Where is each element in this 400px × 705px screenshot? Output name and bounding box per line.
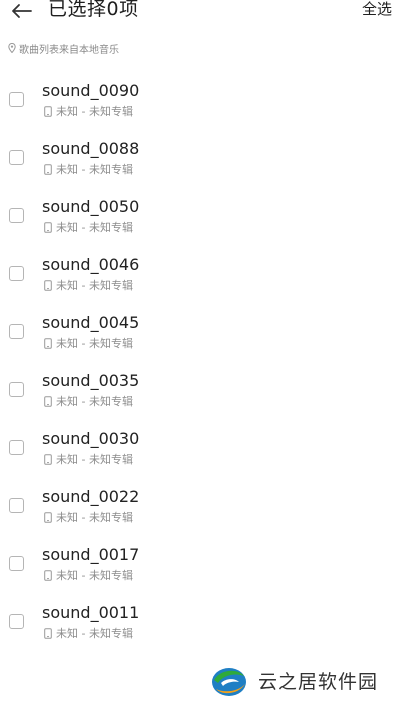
- song-meta-text: 未知 - 未知专辑: [56, 105, 133, 118]
- song-meta: 未知 - 未知专辑: [44, 278, 133, 292]
- song-row[interactable]: sound_0017 未知 - 未知专辑: [0, 534, 400, 592]
- song-row[interactable]: sound_0050 未知 - 未知专辑: [0, 186, 400, 244]
- song-meta-text: 未知 - 未知专辑: [56, 337, 133, 350]
- song-meta-text: 未知 - 未知专辑: [56, 279, 133, 292]
- select-all-button[interactable]: 全选: [362, 0, 392, 19]
- song-meta: 未知 - 未知专辑: [44, 336, 133, 350]
- source-note: 歌曲列表来自本地音乐: [8, 40, 119, 56]
- song-row[interactable]: sound_0030 未知 - 未知专辑: [0, 418, 400, 476]
- phone-icon: [44, 453, 52, 465]
- song-row[interactable]: sound_0088 未知 - 未知专辑: [0, 128, 400, 186]
- song-meta: 未知 - 未知专辑: [44, 626, 133, 640]
- phone-icon: [44, 395, 52, 407]
- song-meta: 未知 - 未知专辑: [44, 104, 133, 118]
- song-checkbox[interactable]: [9, 208, 24, 223]
- phone-icon: [44, 221, 52, 233]
- song-checkbox[interactable]: [9, 556, 24, 571]
- song-row[interactable]: sound_0046 未知 - 未知专辑: [0, 244, 400, 302]
- song-title: sound_0035: [42, 371, 140, 390]
- song-title: sound_0046: [42, 255, 140, 274]
- song-meta-text: 未知 - 未知专辑: [56, 453, 133, 466]
- source-note-text: 歌曲列表来自本地音乐: [19, 44, 119, 56]
- watermark: 云之居软件园: [200, 656, 400, 705]
- song-row[interactable]: sound_0035 未知 - 未知专辑: [0, 360, 400, 418]
- song-meta-text: 未知 - 未知专辑: [56, 511, 133, 524]
- song-title: sound_0090: [42, 81, 140, 100]
- song-meta: 未知 - 未知专辑: [44, 452, 133, 466]
- song-meta: 未知 - 未知专辑: [44, 510, 133, 524]
- song-checkbox[interactable]: [9, 498, 24, 513]
- song-checkbox[interactable]: [9, 92, 24, 107]
- phone-icon: [44, 105, 52, 117]
- arrow-left-icon: [12, 4, 32, 18]
- phone-icon: [44, 569, 52, 581]
- phone-icon: [44, 337, 52, 349]
- song-meta: 未知 - 未知专辑: [44, 394, 133, 408]
- phone-icon: [44, 279, 52, 291]
- song-checkbox[interactable]: [9, 324, 24, 339]
- song-title: sound_0088: [42, 139, 140, 158]
- song-meta-text: 未知 - 未知专辑: [56, 627, 133, 640]
- song-meta-text: 未知 - 未知专辑: [56, 163, 133, 176]
- header-bar: 已选择0项 全选: [0, 0, 400, 34]
- song-checkbox[interactable]: [9, 150, 24, 165]
- song-checkbox[interactable]: [9, 266, 24, 281]
- song-meta-text: 未知 - 未知专辑: [56, 395, 133, 408]
- song-checkbox[interactable]: [9, 614, 24, 629]
- song-row[interactable]: sound_0022 未知 - 未知专辑: [0, 476, 400, 534]
- song-row[interactable]: sound_0011 未知 - 未知专辑: [0, 592, 400, 650]
- watermark-logo: [208, 663, 250, 699]
- page-title: 已选择0项: [48, 0, 139, 20]
- song-meta-text: 未知 - 未知专辑: [56, 569, 133, 582]
- song-title: sound_0022: [42, 487, 140, 506]
- song-title: sound_0011: [42, 603, 140, 622]
- song-meta-text: 未知 - 未知专辑: [56, 221, 133, 234]
- location-pin-icon: [8, 43, 16, 53]
- song-title: sound_0030: [42, 429, 140, 448]
- song-row[interactable]: sound_0045 未知 - 未知专辑: [0, 302, 400, 360]
- song-row[interactable]: sound_0090 未知 - 未知专辑: [0, 70, 400, 128]
- back-button[interactable]: [6, 0, 36, 22]
- song-checkbox[interactable]: [9, 440, 24, 455]
- song-meta: 未知 - 未知专辑: [44, 568, 133, 582]
- phone-icon: [44, 627, 52, 639]
- phone-icon: [44, 511, 52, 523]
- song-meta: 未知 - 未知专辑: [44, 220, 133, 234]
- song-title: sound_0045: [42, 313, 140, 332]
- song-list: sound_0090 未知 - 未知专辑 sound_0088 未知 - 未知专…: [0, 70, 400, 650]
- song-checkbox[interactable]: [9, 382, 24, 397]
- watermark-text: 云之居软件园: [258, 671, 379, 693]
- song-title: sound_0017: [42, 545, 140, 564]
- song-meta: 未知 - 未知专辑: [44, 162, 133, 176]
- song-title: sound_0050: [42, 197, 140, 216]
- phone-icon: [44, 163, 52, 175]
